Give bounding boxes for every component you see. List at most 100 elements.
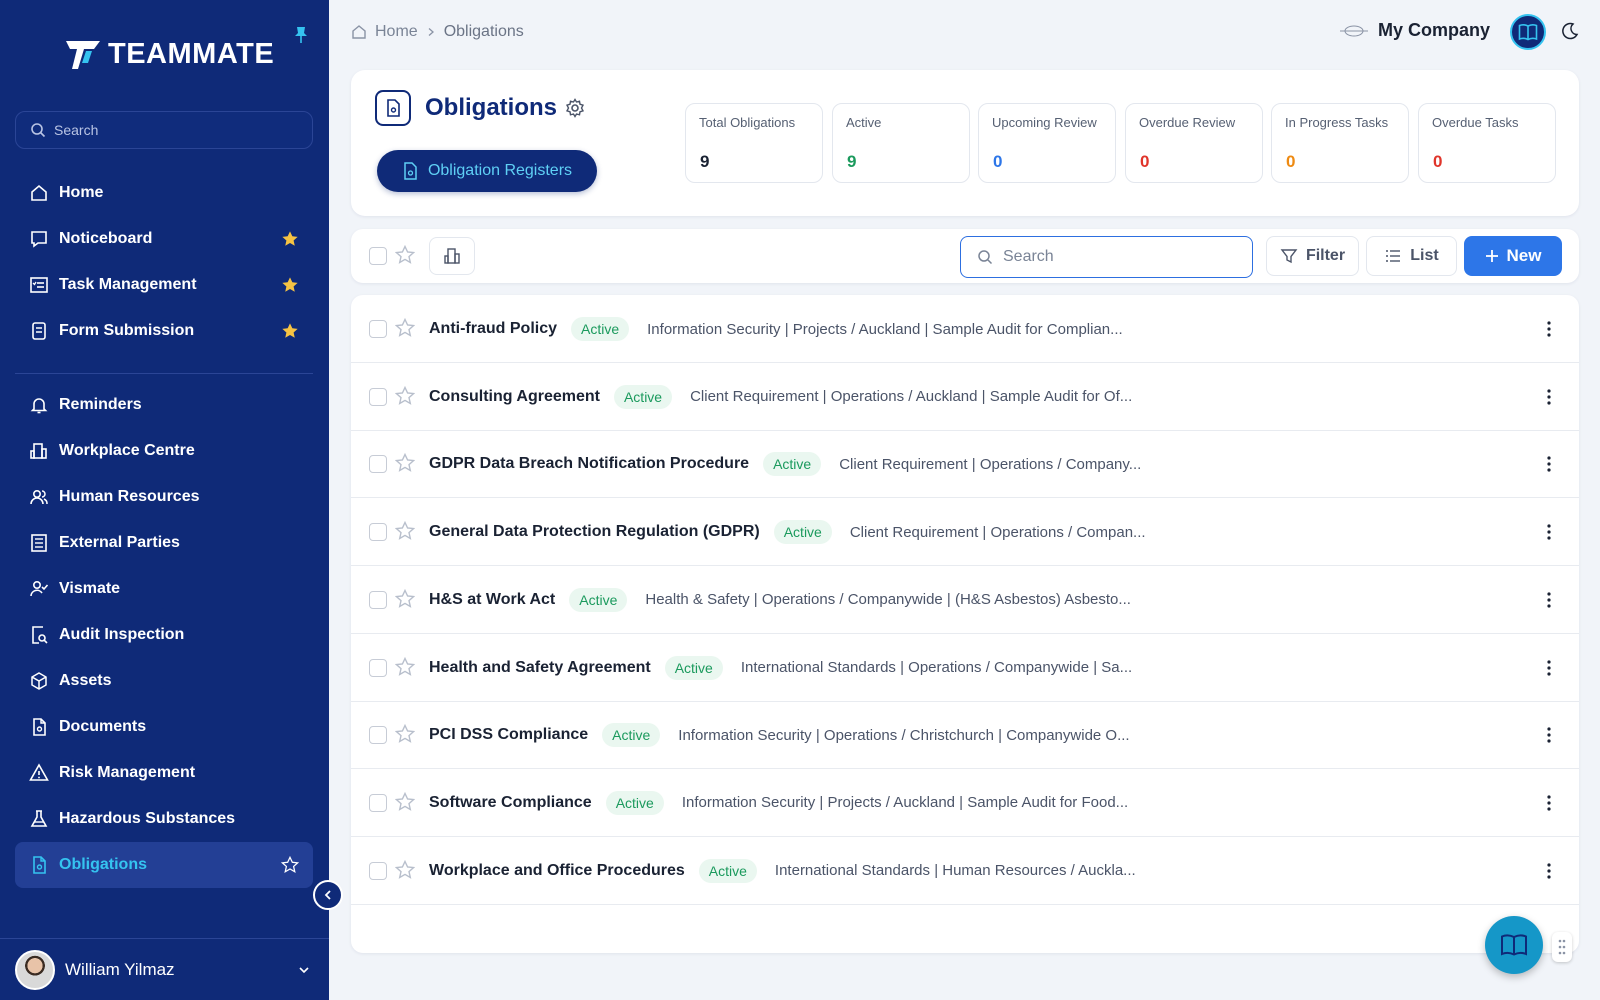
dark-mode-icon[interactable] [1561,22,1579,40]
chevron-down-icon[interactable] [297,963,311,977]
star-filled-icon[interactable] [281,322,299,340]
pin-icon[interactable] [293,26,309,44]
more-vertical-icon[interactable] [1541,522,1557,542]
sidebar-item-task-management[interactable]: Task Management [15,262,313,308]
table-row[interactable]: Consulting Agreement Active Client Require… [351,363,1579,431]
more-vertical-icon[interactable] [1541,387,1557,407]
sidebar-item-noticeboard[interactable]: Noticeboard [15,216,313,262]
select-all-checkbox[interactable] [369,247,387,265]
stat-overdue-review[interactable]: Overdue Review 0 [1125,103,1263,183]
row-checkbox[interactable] [369,590,387,609]
drag-handle[interactable] [1552,932,1572,962]
obligation-title[interactable]: Workplace and Office Procedures [429,862,685,880]
more-vertical-icon[interactable] [1541,725,1557,745]
row-checkbox[interactable] [369,387,387,406]
star-outline-icon[interactable] [395,791,415,812]
gear-icon[interactable] [565,98,585,118]
sidebar-item-form-submission[interactable]: Form Submission [15,308,313,354]
table-row[interactable]: PCI DSS Compliance Active Information Secu… [351,701,1579,770]
brand-logo[interactable]: TEAMMATE [64,38,274,71]
row-checkbox[interactable] [369,861,387,880]
row-checkbox[interactable] [369,523,387,542]
row-checkbox[interactable] [369,658,387,677]
group-by-button[interactable] [429,237,475,275]
help-book-button[interactable] [1485,916,1543,974]
more-vertical-icon[interactable] [1541,658,1557,678]
sidebar-search-input[interactable]: Search [15,111,313,149]
stat-upcoming-review[interactable]: Upcoming Review 0 [978,103,1116,183]
star-outline-icon[interactable] [395,724,415,744]
sidebar-item-external-parties[interactable]: External Parties [15,520,313,566]
list-search-field[interactable] [960,236,1253,278]
star-outline-icon[interactable] [281,856,299,874]
obligation-title[interactable]: PCI DSS Compliance [429,726,588,744]
register-icon [404,162,417,180]
obligation-title[interactable]: Health and Safety Agreement [429,659,651,677]
view-list-button[interactable]: List [1366,236,1457,276]
sidebar-item-home[interactable]: Home [15,170,313,216]
obligation-title[interactable]: Consulting Agreement [429,388,600,406]
star-filled-icon[interactable] [281,276,299,294]
sidebar-item-hazardous-substances[interactable]: Hazardous Substances [15,796,313,842]
stat-overdue-tasks[interactable]: Overdue Tasks 0 [1418,103,1556,183]
star-outline-icon[interactable] [395,245,415,265]
star-outline-icon[interactable] [395,318,415,338]
star-outline-icon[interactable] [395,521,415,541]
obligation-title[interactable]: GDPR Data Breach Notification Procedure [429,455,749,473]
more-vertical-icon[interactable] [1541,793,1557,813]
knowledge-base-button[interactable] [1510,14,1546,50]
table-row[interactable]: Workplace and Office Procedures Active Int… [351,837,1579,905]
obligation-title[interactable]: General Data Protection Regulation (GDPR… [429,523,760,541]
obligation-title[interactable]: Software Compliance [429,794,592,812]
table-row[interactable]: General Data Protection Regulation (GDPR… [351,498,1579,567]
new-obligation-button[interactable]: New [1464,236,1562,276]
row-checkbox[interactable] [369,455,387,474]
breadcrumb-home[interactable]: Home [375,23,418,41]
sidebar-item-audit-inspection[interactable]: Audit Inspection [15,612,313,658]
sidebar-item-human-resources[interactable]: Human Resources [15,474,313,520]
star-outline-icon[interactable] [395,656,415,677]
sidebar-item-obligations[interactable]: Obligations [15,842,313,888]
table-row[interactable]: Health and Safety Agreement Active Interna… [351,634,1579,702]
new-label: New [1506,246,1542,265]
sidebar-item-reminders[interactable]: Reminders [15,382,313,428]
row-checkbox[interactable] [369,320,387,338]
star-outline-icon[interactable] [395,859,415,880]
avatar [15,949,55,990]
table-row[interactable]: Anti-fraud Policy Active Information Secur… [351,295,1579,363]
obligation-title[interactable]: Anti-fraud Policy [429,320,557,338]
table-row[interactable]: H&S at Work Act Active Health & Safety | O… [351,566,1579,634]
more-vertical-icon[interactable] [1541,319,1557,339]
sidebar-item-assets[interactable]: Assets [15,658,313,704]
table-row[interactable]: GDPR Data Breach Notification Procedure A… [351,430,1579,499]
stat-in-progress-tasks[interactable]: In Progress Tasks 0 [1271,103,1409,183]
home-icon[interactable] [351,24,367,40]
company-switcher[interactable]: My Company [1340,20,1490,41]
user-profile[interactable]: William Yilmaz [0,938,329,1000]
stat-active[interactable]: Active 9 [832,103,970,183]
star-outline-icon[interactable] [395,588,415,609]
sidebar-item-documents[interactable]: Documents [15,704,313,750]
star-outline-icon[interactable] [395,453,415,473]
sidebar-item-workplace-centre[interactable]: Workplace Centre [15,428,313,474]
sidebar-collapse-button[interactable] [313,880,343,910]
more-vertical-icon[interactable] [1541,861,1557,881]
plus-icon [1485,250,1498,262]
sidebar-item-vismate[interactable]: Vismate [15,566,313,612]
flask-icon [30,810,48,827]
obligation-title[interactable]: H&S at Work Act [429,591,555,609]
search-input[interactable] [1003,248,1233,266]
table-row[interactable]: Software Compliance Active Information Sec… [351,769,1579,837]
more-vertical-icon[interactable] [1541,590,1557,610]
star-filled-icon[interactable] [281,230,299,248]
filter-button[interactable]: Filter [1266,236,1359,276]
more-vertical-icon[interactable] [1541,454,1557,474]
user-name: William Yilmaz [65,959,175,979]
drag-dots-icon [1558,939,1566,955]
stat-total-obligations[interactable]: Total Obligations 9 [685,103,823,183]
obligation-registers-button[interactable]: Obligation Registers [377,150,597,192]
sidebar-item-risk-management[interactable]: Risk Management [15,750,313,796]
row-checkbox[interactable] [369,726,387,745]
star-outline-icon[interactable] [395,385,415,406]
row-checkbox[interactable] [369,793,387,812]
